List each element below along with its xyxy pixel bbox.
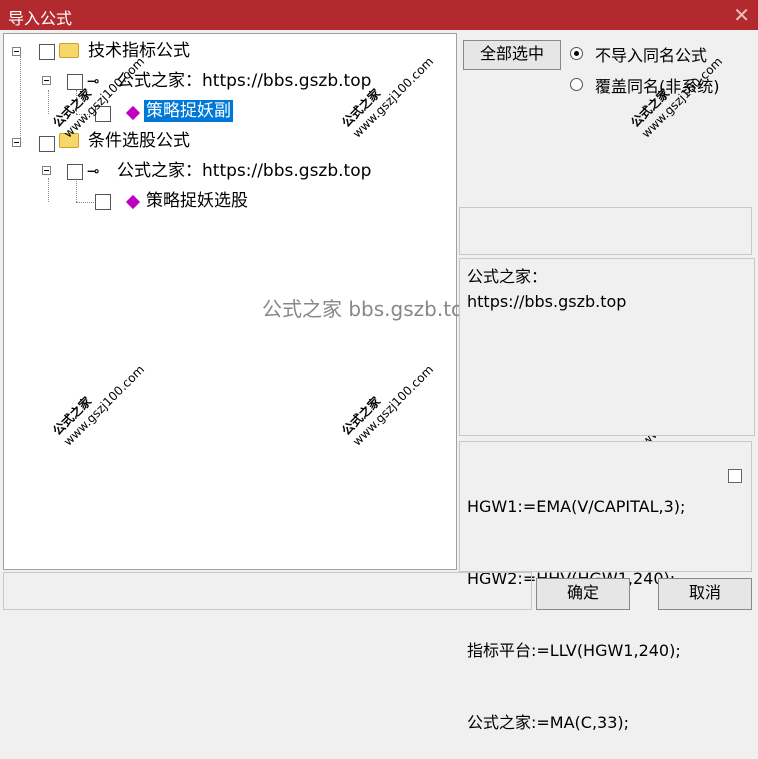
tree-line [20,56,21,144]
tree-node-label[interactable]: 公式之家：https://bbs.gszb.top [117,70,371,92]
title-bar: 导入公式 ✕ [0,0,758,30]
tree-checkbox[interactable] [39,136,55,152]
tree-line [76,202,94,203]
tree-node-label[interactable]: 公式之家：https://bbs.gszb.top [117,160,371,182]
tree-checkbox[interactable] [95,194,111,210]
center-watermark: 公式之家 bbs.gszb.top [262,297,476,321]
tree-checkbox[interactable] [39,44,55,60]
gem-icon [125,105,141,121]
tree-node-label[interactable]: 策略捉妖选股 [146,190,248,212]
expander-icon[interactable] [12,138,21,147]
key-icon: ⊸ [87,162,100,180]
radio-no-import-label[interactable]: 不导入同名公式 [595,42,707,66]
close-icon[interactable]: ✕ [733,3,750,27]
code-checkbox[interactable] [728,469,742,483]
tree-checkbox[interactable] [67,164,83,180]
select-all-button[interactable]: 全部选中 [463,40,561,70]
window-title: 导入公式 [8,9,73,28]
empty-field [459,207,752,255]
tree-line [48,90,49,114]
status-bar [3,572,532,610]
radio-overwrite[interactable] [570,78,583,91]
radio-overwrite-label[interactable]: 覆盖同名(非系统) [595,73,720,97]
tree-line [48,178,49,202]
ok-button[interactable]: 确定 [536,578,630,610]
folder-icon [59,43,79,58]
info-text: 公式之家： https://bbs.gszb.top [467,267,627,311]
radio-no-import[interactable] [570,47,583,60]
expander-icon[interactable] [42,166,51,175]
tree-line [76,178,77,202]
tree-node-label-selected[interactable]: 策略捉妖副 [144,100,233,122]
tree-node-label[interactable]: 条件选股公式 [88,130,190,152]
expander-icon[interactable] [42,76,51,85]
gem-icon [125,194,141,210]
expander-icon[interactable] [12,47,21,56]
cancel-button[interactable]: 取消 [658,578,752,610]
